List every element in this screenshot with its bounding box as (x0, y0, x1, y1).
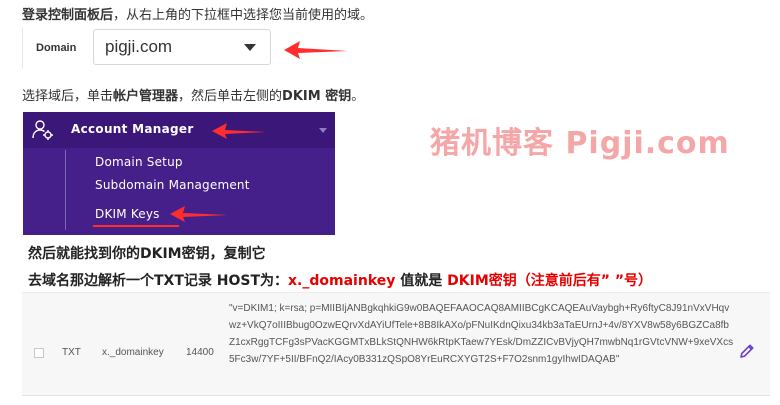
instruction-2-end: 。 (351, 89, 365, 104)
instruction-line-4: 去域名那边解析一个TXT记录 HOST为：x._domainkey 值就是 DK… (28, 270, 652, 290)
red-arrow-icon (284, 41, 348, 59)
record-host: x._domainkey (102, 347, 164, 358)
account-manager-header[interactable]: Account Manager (23, 112, 335, 148)
user-settings-icon (32, 120, 53, 140)
record-ttl: 14400 (186, 347, 214, 358)
red-arrow-icon (212, 123, 266, 139)
instruction-1-rest: ，从右上角的下拉框中选择您当前使用的域。 (113, 8, 374, 23)
record-type: TXT (62, 347, 81, 358)
pencil-icon[interactable] (738, 342, 756, 360)
account-manager-title: Account Manager (71, 122, 194, 136)
domain-selector-panel: Domain pigji.com (22, 27, 280, 69)
record-value: "v=DKIM1; k=rsa; p=MIIBIjANBgkqhkiG9w0BA… (229, 303, 734, 365)
watermark-text: 猪机博客 Pigji.com (430, 126, 730, 161)
instruction-2-bold-dkim: DKIM 密钥 (282, 89, 352, 104)
dns-record-row: TXT x._domainkey 14400 "v=DKIM1; k=rsa; … (22, 292, 770, 396)
domain-dropdown-value: pigji.com (105, 37, 173, 56)
dkim-keys-underline (93, 225, 179, 227)
menu-item-subdomain-management[interactable]: Subdomain Management (95, 178, 250, 192)
chevron-down-icon (319, 128, 327, 133)
menu-divider (65, 150, 66, 230)
instruction-1-bold: 登录控制面板后 (22, 8, 114, 23)
domain-label: Domain (36, 42, 77, 54)
menu-item-dkim-keys[interactable]: DKIM Keys (95, 207, 160, 221)
domain-dropdown[interactable]: pigji.com (93, 29, 271, 65)
instruction-4-host: x._domainkey (288, 273, 396, 289)
instruction-4-mid: 值就是 (395, 273, 448, 289)
red-arrow-icon (170, 206, 228, 222)
instruction-4-value: DKIM密钥（注意前后有” ”号） (447, 273, 653, 289)
instruction-2-pre: 选择域后，单击 (22, 89, 114, 104)
instruction-2-bold-account: 帐户管理器 (113, 89, 179, 104)
instruction-line-1: 登录控制面板后，从右上角的下拉框中选择您当前使用的域。 (22, 4, 373, 23)
instruction-line-3: 然后就能找到你的DKIM密钥，复制它 (28, 246, 266, 262)
instruction-4-pre: 去域名那边解析一个TXT记录 HOST为： (28, 273, 289, 289)
instruction-line-2: 选择域后，单击帐户管理器，然后单击左侧的DKIM 密钥。 (22, 85, 364, 104)
instruction-2-mid: ，然后单击左侧的 (178, 89, 283, 104)
row-checkbox[interactable] (34, 348, 44, 358)
chevron-down-icon (244, 44, 256, 51)
menu-item-domain-setup[interactable]: Domain Setup (95, 155, 183, 169)
